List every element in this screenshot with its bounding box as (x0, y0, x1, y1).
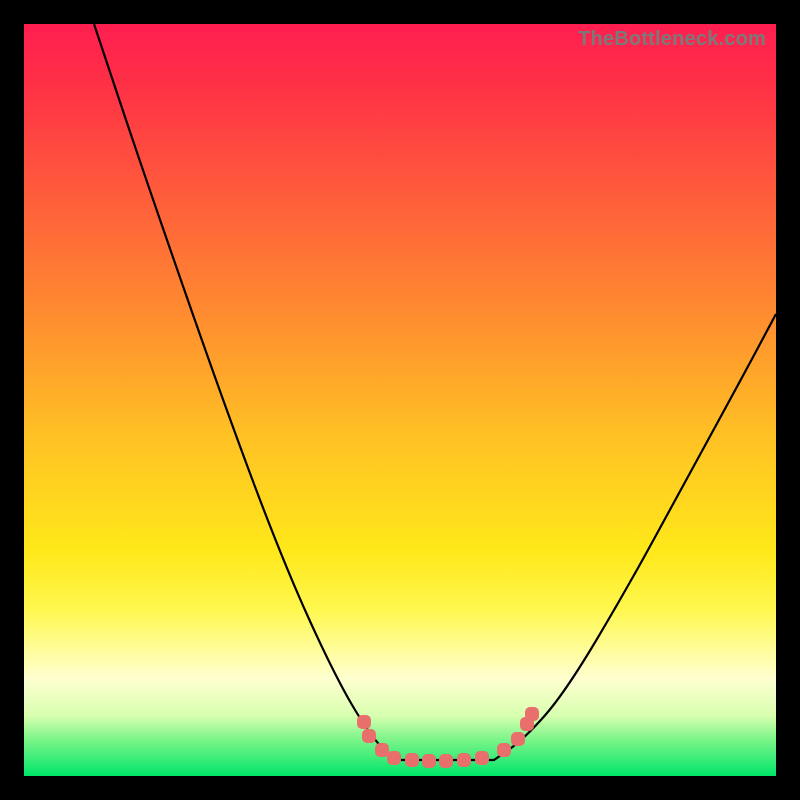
data-marker (357, 715, 371, 729)
data-marker (387, 751, 401, 765)
data-marker (422, 754, 436, 768)
data-marker (362, 729, 376, 743)
data-marker (475, 751, 489, 765)
data-marker (511, 732, 525, 746)
data-marker (497, 743, 511, 757)
bottleneck-curve (24, 24, 776, 776)
data-marker (375, 743, 389, 757)
markers-group (357, 707, 539, 768)
data-marker (405, 753, 419, 767)
data-marker (457, 753, 471, 767)
chart-frame: TheBottleneck.com (24, 24, 776, 776)
data-marker (525, 707, 539, 721)
curve-path (94, 24, 776, 760)
data-marker (439, 754, 453, 768)
